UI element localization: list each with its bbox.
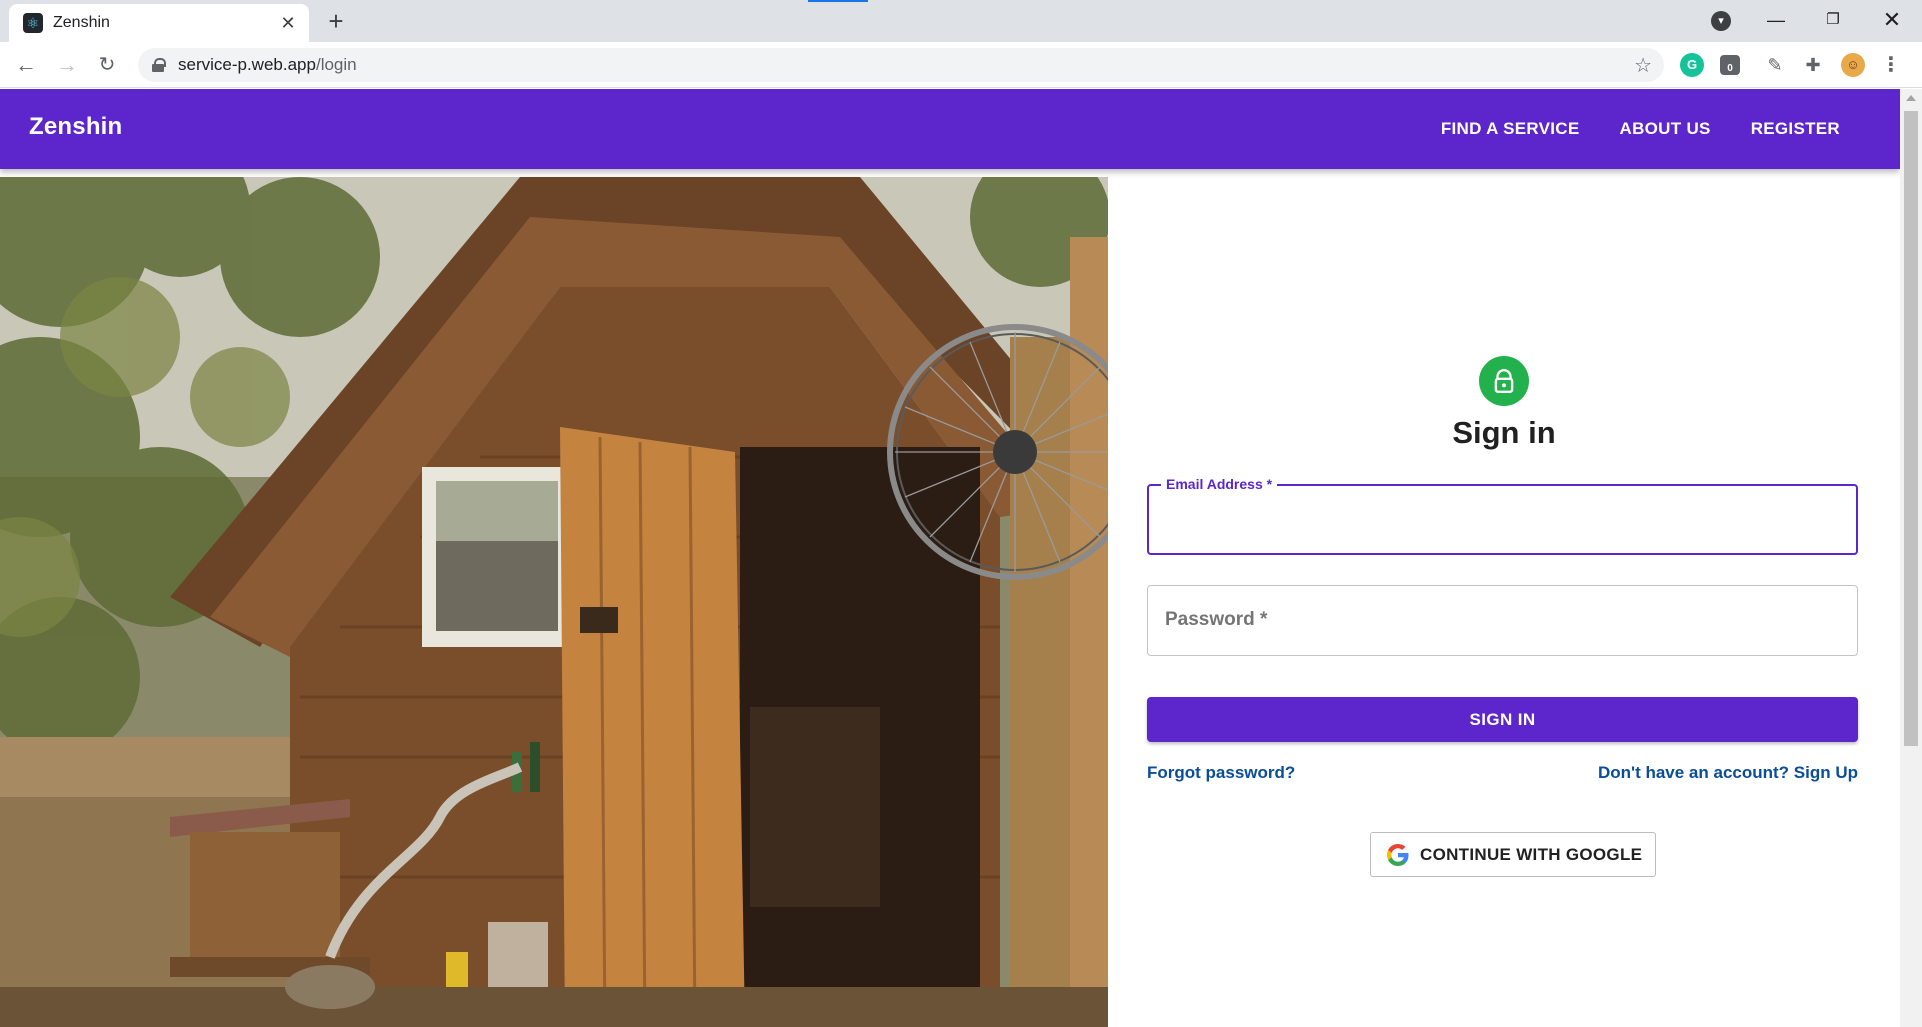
signin-panel: Sign in Email Address * Password * SIGN …: [1108, 177, 1900, 1027]
browser-tab-strip: ⚛ Zenshin ✕ + ▾ — ❐ ✕: [0, 0, 1922, 42]
url-host: service-p.web.app: [178, 55, 316, 74]
google-button-label: CONTINUE WITH GOOGLE: [1420, 844, 1643, 864]
lock-avatar: [1479, 356, 1529, 406]
cabin-illustration: [0, 177, 1108, 1027]
google-icon: [1387, 843, 1409, 866]
minimize-button[interactable]: —: [1753, 4, 1799, 36]
bookmark-star-icon[interactable]: ☆: [1634, 53, 1652, 78]
email-label: Email Address *: [1161, 476, 1278, 492]
hero-image: [0, 177, 1108, 1027]
scroll-up-arrow-icon[interactable]: [1906, 95, 1916, 101]
puzzle-icon[interactable]: ✚: [1801, 53, 1825, 77]
nav-links: FIND A SERVICE ABOUT US REGISTER: [1421, 89, 1860, 169]
password-input[interactable]: [1162, 600, 1842, 640]
eyedropper-icon[interactable]: ✎: [1763, 53, 1787, 77]
forgot-password-link[interactable]: Forgot password?: [1147, 763, 1295, 783]
nav-about-us[interactable]: ABOUT US: [1600, 119, 1731, 139]
email-input[interactable]: [1163, 500, 1843, 540]
profile-avatar[interactable]: ☺: [1841, 53, 1865, 77]
nav-register[interactable]: REGISTER: [1731, 119, 1860, 139]
forward-button[interactable]: →: [53, 52, 81, 80]
continue-with-google-button[interactable]: CONTINUE WITH GOOGLE: [1370, 832, 1656, 877]
new-tab-button[interactable]: +: [322, 8, 350, 36]
lock-icon: [1494, 368, 1514, 394]
reload-button[interactable]: ↻: [93, 52, 121, 80]
sign-up-link[interactable]: Don't have an account? Sign Up: [1598, 763, 1858, 783]
app-bar: Zenshin FIND A SERVICE ABOUT US REGISTER: [0, 89, 1900, 169]
close-window-button[interactable]: ✕: [1869, 4, 1915, 36]
browser-toolbar: ← → ↻ service-p.web.app/login ☆ G 0 ✎ ✚ …: [0, 42, 1922, 88]
page-scrollbar[interactable]: [1900, 89, 1922, 1027]
tab-title: Zenshin: [53, 14, 110, 31]
address-bar[interactable]: service-p.web.app/login ☆: [138, 48, 1664, 82]
react-favicon-icon: ⚛: [23, 13, 43, 33]
extension-icon[interactable]: 0: [1720, 55, 1740, 75]
browser-tab[interactable]: ⚛ Zenshin ✕: [9, 4, 309, 42]
page-title: Sign in: [1452, 415, 1556, 450]
scrollbar-thumb[interactable]: [1904, 111, 1918, 746]
tab-search-icon[interactable]: ▾: [1711, 11, 1731, 31]
menu-icon[interactable]: ⋮: [1881, 53, 1901, 77]
page-viewport: Zenshin FIND A SERVICE ABOUT US REGISTER: [0, 89, 1900, 1027]
url-path: /login: [315, 55, 357, 74]
maximize-button[interactable]: ❐: [1810, 4, 1856, 36]
sign-in-button[interactable]: SIGN IN: [1147, 697, 1858, 742]
lock-icon[interactable]: [152, 58, 166, 72]
extension-badge: 0: [1727, 63, 1733, 74]
password-field[interactable]: Password *: [1147, 585, 1858, 656]
brand-logo[interactable]: Zenshin: [29, 113, 122, 141]
back-button[interactable]: ←: [12, 52, 40, 80]
grammarly-icon[interactable]: G: [1680, 53, 1704, 77]
nav-find-a-service[interactable]: FIND A SERVICE: [1421, 119, 1600, 139]
loading-indicator: [808, 0, 868, 2]
tab-close-icon[interactable]: ✕: [277, 13, 299, 34]
email-field[interactable]: Email Address *: [1147, 476, 1858, 555]
